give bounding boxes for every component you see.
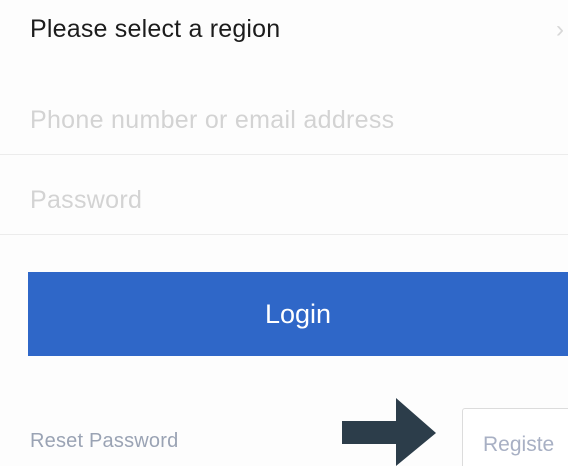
- password-placeholder: Password: [30, 186, 143, 214]
- login-screen: Please select a region › Phone number or…: [0, 0, 568, 466]
- phone-field-divider: [0, 154, 568, 155]
- phone-email-placeholder: Phone number or email address: [30, 106, 395, 134]
- region-selector[interactable]: Please select a region ›: [0, 0, 568, 70]
- password-field-divider: [0, 234, 568, 235]
- login-button-label: Login: [264, 299, 332, 329]
- chevron-right-icon: ›: [556, 16, 564, 43]
- reset-password-link[interactable]: Reset Password: [30, 430, 178, 453]
- login-button[interactable]: Login: [28, 272, 568, 356]
- register-button[interactable]: Registe: [462, 408, 568, 466]
- password-input[interactable]: Password: [0, 170, 568, 232]
- phone-email-input[interactable]: Phone number or email address: [0, 92, 568, 154]
- region-label: Please select a region: [30, 15, 281, 43]
- arrow-right-icon: [342, 398, 436, 466]
- register-button-label: Registe: [483, 433, 555, 456]
